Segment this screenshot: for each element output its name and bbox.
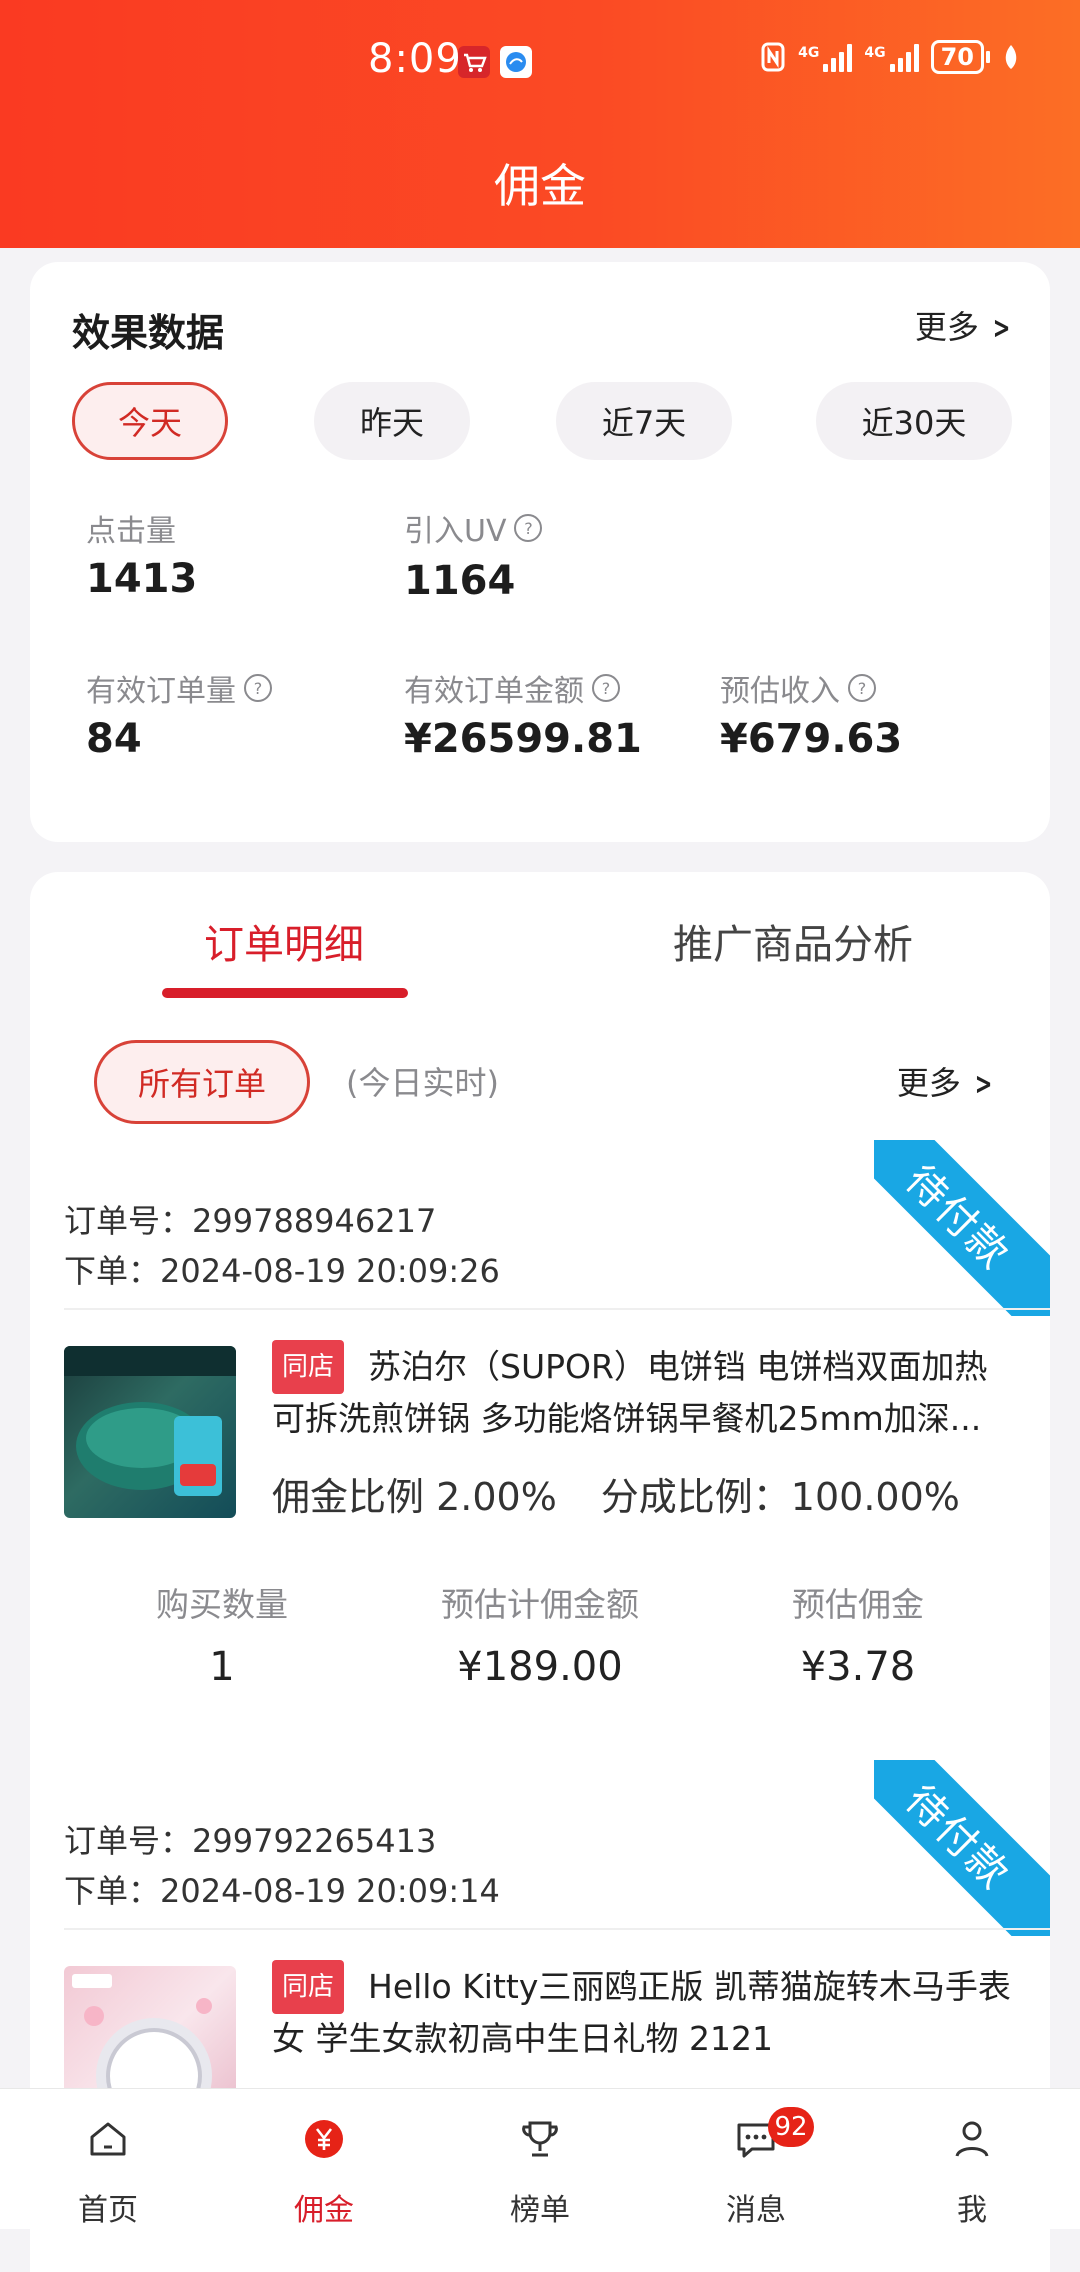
- valid-orders-value: 84: [86, 716, 142, 762]
- period-30days-pill[interactable]: 近30天: [816, 382, 1012, 460]
- order-number: 订单号：299788946217: [64, 1202, 437, 1240]
- est-income-label-text: 预估收入: [720, 674, 840, 709]
- tab-promo-analysis[interactable]: 推广商品分析: [673, 912, 913, 970]
- status-ribbon: 待付款: [874, 1760, 1050, 1936]
- status-ribbon-label: 待付款: [874, 1140, 1050, 1316]
- same-shop-badge: 同店: [272, 1340, 345, 1394]
- quantity-value: 1: [209, 1644, 235, 1690]
- chevron-right-icon: >: [974, 1067, 993, 1102]
- product-title[interactable]: 同店 苏泊尔（SUPOR）电饼铛 电饼档双面加热可拆洗煎饼锅 多功能烙饼锅早餐机2…: [272, 1340, 1012, 1440]
- nav-commission-label: 佣金: [294, 2193, 354, 2228]
- bottom-navigation: 首页 佣金 榜单 92 消息 我: [0, 2088, 1080, 2229]
- divider: [64, 1928, 1050, 1930]
- clicks-label: 点击量: [86, 506, 176, 550]
- product-title[interactable]: 同店 Hello Kitty三丽鸥正版 凯蒂猫旋转木马手表女 学生女款初高中生日礼…: [272, 1960, 1012, 2060]
- all-orders-filter[interactable]: 所有订单: [94, 1040, 310, 1124]
- yuan-icon: [305, 2120, 343, 2158]
- app-header: 8:09 4G 4G 70 佣金: [0, 0, 1080, 248]
- signal-icon-2: 4G: [864, 42, 919, 72]
- globe-app-icon: [500, 46, 532, 78]
- order-time: 下单：2024-08-19 20:09:14: [64, 1872, 500, 1910]
- chevron-right-icon: >: [992, 311, 1011, 346]
- valid-amount-value: ¥26599.81: [404, 716, 642, 762]
- status-right-cluster: 4G 4G 70: [760, 40, 1020, 74]
- period-today-pill[interactable]: 今天: [72, 382, 228, 460]
- status-ribbon: 待付款: [874, 1140, 1050, 1316]
- est-income-value: ¥679.63: [720, 716, 903, 762]
- divider: [64, 1308, 1050, 1310]
- product-title-text: Hello Kitty三丽鸥正版 凯蒂猫旋转木马手表女 学生女款初高中生日礼物 …: [272, 1967, 1011, 2058]
- nav-messages[interactable]: 92 消息: [676, 2089, 836, 2229]
- help-icon[interactable]: ?: [514, 514, 543, 542]
- signal-icon-1: 4G: [798, 42, 853, 72]
- valid-orders-label-text: 有效订单量: [86, 674, 236, 709]
- leaf-icon: [1005, 45, 1017, 69]
- unread-badge: 92: [768, 2107, 814, 2147]
- help-icon[interactable]: ?: [592, 674, 620, 702]
- uv-value: 1164: [404, 558, 516, 604]
- clicks-label-text: 点击量: [86, 514, 176, 549]
- order-item[interactable]: 待付款 订单号：299792265413 下单：2024-08-19 20:09…: [30, 1760, 1050, 2088]
- period-yesterday-pill[interactable]: 昨天: [314, 382, 470, 460]
- uv-label: 引入UV?: [404, 506, 543, 550]
- person-icon: [955, 2121, 989, 2157]
- product-image[interactable]: [64, 1346, 236, 1518]
- shopping-cart-app-icon: [458, 46, 490, 78]
- est-commission-value: ¥3.78: [800, 1644, 916, 1690]
- home-icon: [90, 2122, 126, 2156]
- battery-level: 70: [930, 40, 984, 74]
- valid-amount-label: 有效订单金额?: [404, 666, 620, 710]
- effect-data-title: 效果数据: [72, 311, 225, 355]
- order-item[interactable]: 待付款 订单号：299788946217 下单：2024-08-19 20:09…: [30, 1140, 1050, 1740]
- help-icon[interactable]: ?: [244, 674, 272, 702]
- order-number: 订单号：299792265413: [64, 1822, 437, 1860]
- clicks-value: 1413: [86, 556, 198, 602]
- battery-icon: 70: [930, 40, 990, 74]
- effect-more-link[interactable]: 更多 >: [915, 302, 1014, 348]
- nav-commission[interactable]: 佣金: [244, 2089, 404, 2229]
- effect-data-card: 效果数据 更多 > 今天 昨天 近7天 近30天 点击量 1413 引入UV? 1…: [30, 262, 1050, 842]
- orders-more-label: 更多: [896, 1064, 961, 1102]
- product-image[interactable]: [64, 1966, 236, 2088]
- same-shop-badge: 同店: [272, 1960, 345, 2014]
- nav-ranking-label: 榜单: [510, 2193, 570, 2228]
- nav-home[interactable]: 首页: [28, 2089, 188, 2229]
- nfc-icon: [761, 42, 785, 72]
- network-type-1: 4G: [798, 45, 820, 61]
- realtime-note: (今日实时): [346, 1064, 499, 1102]
- share-rate: 分成比例：100.00%: [600, 1475, 960, 1519]
- est-commission-label: 预估佣金: [792, 1585, 924, 1624]
- page-title: 佣金: [494, 159, 586, 213]
- help-icon[interactable]: ?: [848, 674, 876, 702]
- product-rates: 佣金比例 2.00% 分成比例：100.00%: [272, 1466, 1004, 1521]
- est-income-label: 预估收入?: [720, 666, 876, 710]
- uv-label-text: 引入UV: [404, 514, 507, 549]
- nav-home-label: 首页: [78, 2193, 138, 2228]
- tab-order-details[interactable]: 订单明细: [204, 912, 364, 970]
- period-7days-pill[interactable]: 近7天: [556, 382, 732, 460]
- effect-more-label: 更多: [914, 308, 979, 346]
- nav-ranking[interactable]: 榜单: [460, 2089, 620, 2229]
- nav-messages-label: 消息: [726, 2193, 786, 2228]
- network-type-2: 4G: [864, 45, 886, 61]
- nav-me-label: 我: [957, 2193, 987, 2228]
- orders-more-link[interactable]: 更多 >: [897, 1058, 996, 1104]
- order-time: 下单：2024-08-19 20:09:26: [64, 1252, 500, 1290]
- commission-rate: 佣金比例 2.00%: [272, 1475, 557, 1519]
- commission-base-value: ¥189.00: [457, 1644, 623, 1690]
- nav-me[interactable]: 我: [892, 2089, 1052, 2229]
- status-time: 8:09: [368, 36, 462, 82]
- status-ribbon-label: 待付款: [874, 1760, 1050, 1936]
- valid-orders-label: 有效订单量?: [86, 666, 272, 710]
- product-title-text: 苏泊尔（SUPOR）电饼铛 电饼档双面加热可拆洗煎饼锅 多功能烙饼锅早餐机25m…: [272, 1347, 988, 1438]
- trophy-icon: [522, 2121, 558, 2157]
- active-tab-indicator: [162, 988, 408, 998]
- commission-base-label: 预估计佣金额: [441, 1585, 639, 1624]
- quantity-label: 购买数量: [156, 1585, 288, 1624]
- valid-amount-label-text: 有效订单金额: [404, 674, 584, 709]
